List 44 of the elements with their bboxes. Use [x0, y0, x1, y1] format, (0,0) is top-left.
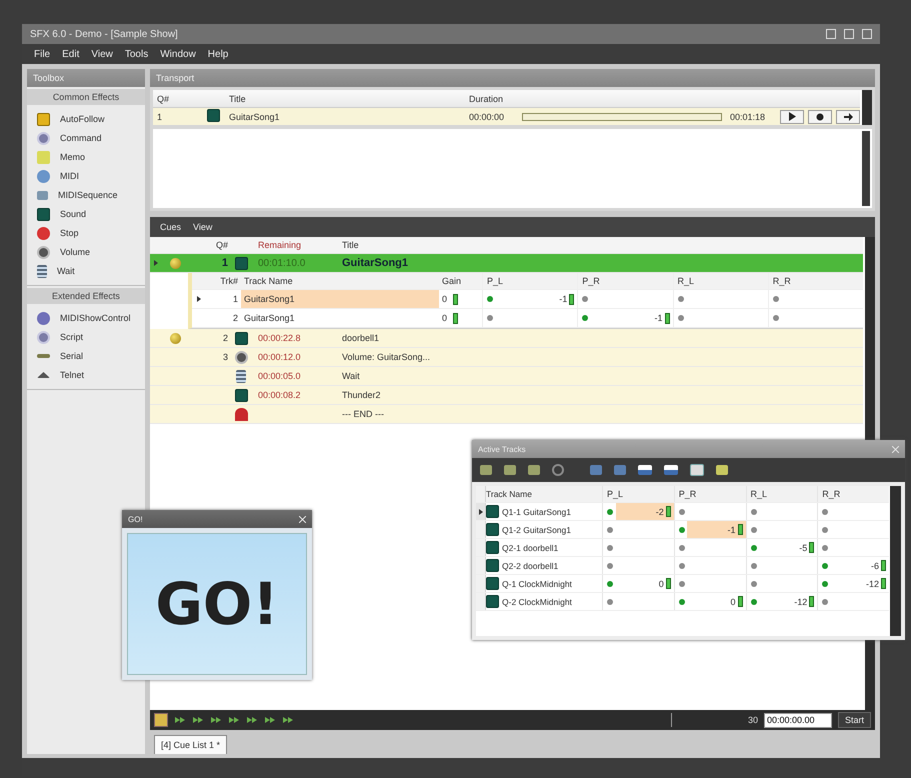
track-name: Q-1 ClockMidnight	[502, 578, 572, 588]
cue-title: GuitarSong1	[342, 257, 408, 269]
cue-number: 2	[222, 333, 228, 343]
remaining-time: 00:01:10.0	[258, 258, 306, 268]
counter-text: 30	[748, 715, 758, 725]
gain-value: -6	[870, 560, 879, 570]
gain-value: -1	[654, 313, 662, 323]
gain-value: -1	[727, 524, 736, 534]
window-title: Active Tracks	[478, 444, 526, 454]
cue-title: doorbell1	[342, 333, 380, 343]
panel-title: Toolbox	[33, 73, 64, 83]
gain-value: -5	[799, 542, 808, 552]
gain-value: -12	[794, 596, 808, 606]
gain-value: 0	[658, 578, 664, 588]
gain-value: -2	[656, 506, 664, 516]
table-cell-text: 1	[232, 294, 239, 304]
remaining-time: 00:00:12.0	[258, 352, 301, 362]
remaining-time: 00:00:22.8	[258, 333, 301, 343]
track-name: Q2-1 doorbell1	[502, 542, 558, 552]
table-cell-text: 1	[156, 112, 164, 122]
gain-value: -1	[559, 294, 568, 304]
cue-title: Wait	[342, 371, 360, 381]
table-cell: 0	[442, 294, 448, 304]
cue-title: Volume: GuitarSong...	[342, 352, 430, 362]
remaining-time: 00:00:08.2	[258, 390, 301, 400]
table-cell-text: GuitarSong1	[229, 112, 281, 122]
cue-title: Thunder2	[342, 390, 381, 400]
gain-value: -12	[866, 578, 879, 588]
table-cell-text: 00:01:18	[730, 112, 766, 122]
track-name: Q-2 ClockMidnight	[502, 596, 572, 606]
cue-number: 1	[222, 257, 228, 269]
panel-title: Transport	[156, 73, 194, 83]
track-name: Q1-1 GuitarSong1	[502, 506, 571, 516]
gain-value: 0	[730, 596, 736, 606]
window-title: GO!	[128, 514, 143, 524]
window-title: SFX 6.0 - Demo - [Sample Show]	[30, 28, 179, 40]
table-cell-text: 00:00:00	[469, 112, 506, 122]
cue-number: 3	[222, 352, 228, 362]
track-name: Q1-2 GuitarSong1	[502, 524, 571, 534]
table-cell: 0	[442, 313, 448, 323]
table-cell-text: 2	[232, 313, 239, 323]
cue-title: --- END ---	[342, 409, 384, 419]
track-name: Q2-2 doorbell1	[502, 560, 558, 570]
remaining-time: 00:00:05.0	[258, 371, 301, 381]
